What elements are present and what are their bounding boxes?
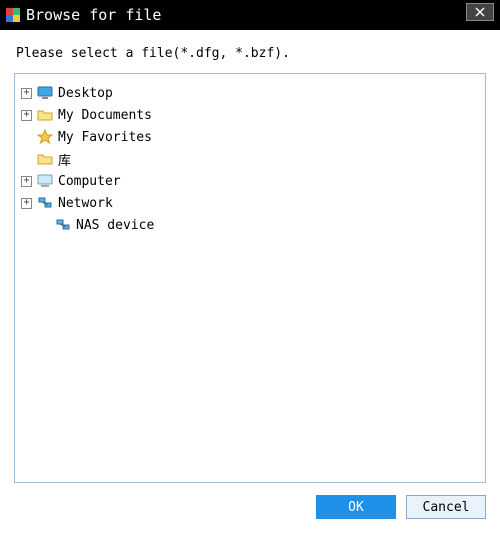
expand-icon[interactable]: + (21, 198, 32, 209)
tree-label: 库 (58, 150, 71, 169)
expand-spacer (21, 132, 32, 143)
computer-icon (36, 173, 54, 189)
close-button[interactable] (466, 3, 494, 21)
tree-label: My Documents (58, 108, 152, 123)
tree-item-favorites[interactable]: My Favorites (21, 126, 479, 148)
tree-panel[interactable]: + Desktop + My Documents (14, 73, 486, 483)
ok-button[interactable]: OK (316, 495, 396, 519)
tree-item-computer[interactable]: + Computer (21, 170, 479, 192)
titlebar: Browse for file (0, 0, 500, 30)
desktop-icon (36, 85, 54, 101)
tree-label: My Favorites (58, 130, 152, 145)
dialog-body: Please select a file(*.dfg, *.bzf). + De… (0, 30, 500, 483)
tree-label: Desktop (58, 86, 113, 101)
tree-label: NAS device (76, 218, 154, 233)
expand-icon[interactable]: + (21, 176, 32, 187)
tree-item-nas[interactable]: NAS device (21, 214, 479, 236)
tree-item-documents[interactable]: + My Documents (21, 104, 479, 126)
network-icon (54, 217, 72, 233)
button-row: OK Cancel (0, 483, 500, 531)
expand-icon[interactable]: + (21, 88, 32, 99)
prompt-text: Please select a file(*.dfg, *.bzf). (16, 46, 486, 61)
tree-label: Computer (58, 174, 121, 189)
tree-item-network[interactable]: + Network (21, 192, 479, 214)
folder-icon (36, 151, 54, 167)
tree-label: Network (58, 196, 113, 211)
expand-spacer (21, 154, 32, 165)
titlebar-left: Browse for file (6, 6, 161, 24)
tree-item-library[interactable]: 库 (21, 148, 479, 170)
tree-item-desktop[interactable]: + Desktop (21, 82, 479, 104)
network-icon (36, 195, 54, 211)
star-icon (36, 129, 54, 145)
expand-icon[interactable]: + (21, 110, 32, 121)
expand-spacer (39, 220, 50, 231)
window-title: Browse for file (26, 6, 161, 24)
app-icon (6, 8, 20, 22)
cancel-button[interactable]: Cancel (406, 495, 486, 519)
folder-icon (36, 107, 54, 123)
